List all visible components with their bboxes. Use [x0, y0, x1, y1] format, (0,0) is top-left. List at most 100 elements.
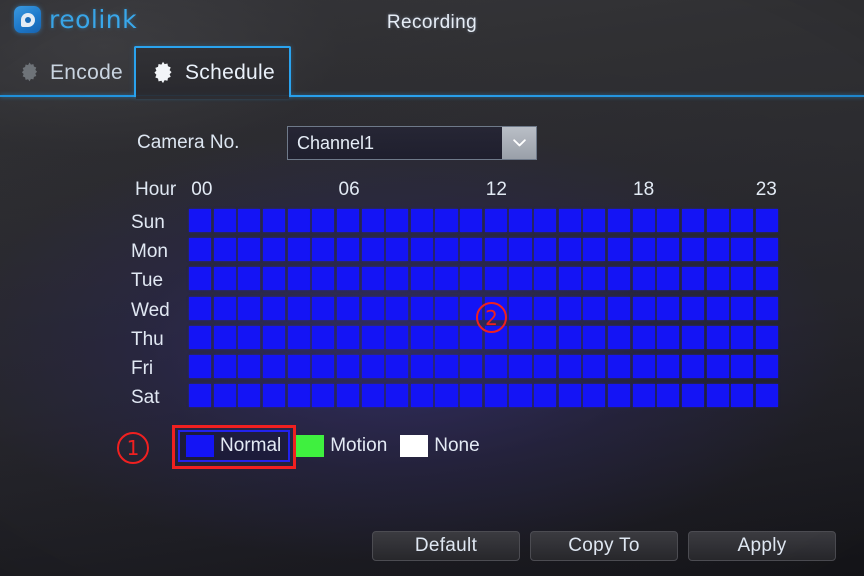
- schedule-cell-thu-13[interactable]: [509, 325, 532, 349]
- schedule-cell-wed-18[interactable]: [632, 296, 655, 320]
- schedule-cell-mon-13[interactable]: [509, 238, 532, 262]
- schedule-cell-sat-14[interactable]: [534, 384, 557, 408]
- schedule-cell-sat-3[interactable]: [262, 384, 285, 408]
- schedule-cell-fri-20[interactable]: [681, 354, 705, 378]
- schedule-cell-fri-3[interactable]: [262, 354, 285, 378]
- schedule-cell-tue-19[interactable]: [657, 267, 680, 291]
- schedule-cell-sun-3[interactable]: [262, 209, 285, 232]
- schedule-cell-tue-20[interactable]: [681, 267, 705, 291]
- schedule-cell-sun-12[interactable]: [484, 209, 507, 232]
- schedule-cell-mon-5[interactable]: [312, 238, 335, 262]
- schedule-cell-mon-11[interactable]: [460, 238, 483, 262]
- schedule-cell-mon-18[interactable]: [632, 238, 655, 262]
- schedule-cell-tue-14[interactable]: [534, 267, 557, 291]
- schedule-cell-mon-12[interactable]: [484, 238, 507, 262]
- schedule-cell-mon-23[interactable]: [755, 238, 778, 262]
- schedule-cell-fri-22[interactable]: [731, 354, 754, 378]
- schedule-cell-mon-22[interactable]: [731, 238, 754, 262]
- schedule-cell-sun-4[interactable]: [287, 209, 310, 232]
- schedule-cell-sat-10[interactable]: [435, 384, 458, 408]
- schedule-cell-sun-16[interactable]: [583, 209, 606, 232]
- schedule-cell-sat-9[interactable]: [410, 384, 433, 408]
- schedule-cell-mon-14[interactable]: [534, 238, 557, 262]
- schedule-cell-thu-2[interactable]: [238, 325, 261, 349]
- schedule-cell-mon-0[interactable]: [189, 238, 212, 262]
- schedule-cell-thu-1[interactable]: [213, 325, 236, 349]
- schedule-cell-sun-21[interactable]: [706, 209, 729, 232]
- schedule-cell-sat-0[interactable]: [189, 384, 212, 408]
- schedule-cell-wed-1[interactable]: [213, 296, 236, 320]
- schedule-cell-fri-2[interactable]: [238, 354, 261, 378]
- schedule-cell-fri-13[interactable]: [509, 354, 532, 378]
- schedule-cell-wed-9[interactable]: [410, 296, 433, 320]
- schedule-cell-sun-14[interactable]: [534, 209, 557, 232]
- schedule-cell-mon-2[interactable]: [238, 238, 261, 262]
- schedule-cell-mon-21[interactable]: [706, 238, 729, 262]
- chevron-down-icon[interactable]: [502, 127, 536, 159]
- tab-schedule[interactable]: Schedule: [134, 46, 291, 99]
- schedule-cell-wed-15[interactable]: [558, 296, 581, 320]
- schedule-cell-sat-21[interactable]: [706, 384, 729, 408]
- schedule-cell-thu-14[interactable]: [534, 325, 557, 349]
- schedule-cell-fri-4[interactable]: [287, 354, 310, 378]
- schedule-cell-mon-20[interactable]: [681, 238, 705, 262]
- copy-to-button[interactable]: Copy To: [530, 531, 678, 561]
- schedule-cell-sat-22[interactable]: [731, 384, 754, 408]
- default-button[interactable]: Default: [372, 531, 520, 561]
- schedule-cell-wed-22[interactable]: [731, 296, 754, 320]
- schedule-cell-sun-7[interactable]: [361, 209, 384, 232]
- schedule-cell-sun-11[interactable]: [460, 209, 483, 232]
- schedule-cell-tue-9[interactable]: [410, 267, 433, 291]
- schedule-cell-sat-19[interactable]: [657, 384, 680, 408]
- schedule-cell-fri-16[interactable]: [583, 354, 606, 378]
- schedule-cell-sun-9[interactable]: [410, 209, 433, 232]
- schedule-cell-sun-13[interactable]: [509, 209, 532, 232]
- schedule-cell-fri-6[interactable]: [336, 354, 359, 378]
- schedule-cell-wed-2[interactable]: [238, 296, 261, 320]
- schedule-cell-tue-4[interactable]: [287, 267, 310, 291]
- schedule-cell-sun-22[interactable]: [731, 209, 754, 232]
- schedule-cell-sun-5[interactable]: [312, 209, 335, 232]
- schedule-cell-fri-10[interactable]: [435, 354, 458, 378]
- schedule-cell-mon-3[interactable]: [262, 238, 285, 262]
- schedule-cell-sat-7[interactable]: [361, 384, 384, 408]
- schedule-cell-thu-5[interactable]: [312, 325, 335, 349]
- schedule-cell-mon-19[interactable]: [657, 238, 680, 262]
- schedule-cell-wed-7[interactable]: [361, 296, 384, 320]
- schedule-cell-wed-23[interactable]: [755, 296, 778, 320]
- schedule-cell-tue-1[interactable]: [213, 267, 236, 291]
- schedule-cell-thu-3[interactable]: [262, 325, 285, 349]
- schedule-cell-sat-13[interactable]: [509, 384, 532, 408]
- schedule-cell-wed-16[interactable]: [583, 296, 606, 320]
- schedule-cell-fri-14[interactable]: [534, 354, 557, 378]
- schedule-cell-wed-0[interactable]: [189, 296, 212, 320]
- schedule-cell-fri-21[interactable]: [706, 354, 729, 378]
- schedule-cell-sat-8[interactable]: [386, 384, 409, 408]
- schedule-cell-tue-18[interactable]: [632, 267, 655, 291]
- schedule-cell-wed-21[interactable]: [706, 296, 729, 320]
- legend-item-motion[interactable]: Motion: [290, 430, 394, 462]
- schedule-cell-sun-17[interactable]: [608, 209, 631, 232]
- legend-item-none[interactable]: None: [394, 430, 486, 462]
- schedule-cell-mon-6[interactable]: [336, 238, 359, 262]
- schedule-cell-mon-10[interactable]: [435, 238, 458, 262]
- schedule-cell-mon-4[interactable]: [287, 238, 310, 262]
- schedule-cell-wed-20[interactable]: [681, 296, 705, 320]
- schedule-cell-mon-17[interactable]: [608, 238, 631, 262]
- schedule-cell-fri-7[interactable]: [361, 354, 384, 378]
- schedule-cell-sat-20[interactable]: [681, 384, 705, 408]
- schedule-cell-sun-0[interactable]: [189, 209, 212, 232]
- schedule-cell-fri-5[interactable]: [312, 354, 335, 378]
- schedule-cell-thu-23[interactable]: [755, 325, 778, 349]
- schedule-cell-fri-0[interactable]: [189, 354, 212, 378]
- schedule-cell-tue-23[interactable]: [755, 267, 778, 291]
- schedule-cell-thu-7[interactable]: [361, 325, 384, 349]
- schedule-cell-tue-7[interactable]: [361, 267, 384, 291]
- schedule-cell-tue-2[interactable]: [238, 267, 261, 291]
- schedule-cell-thu-15[interactable]: [558, 325, 581, 349]
- schedule-cell-sat-6[interactable]: [336, 384, 359, 408]
- schedule-cell-tue-22[interactable]: [731, 267, 754, 291]
- schedule-cell-sun-18[interactable]: [632, 209, 655, 232]
- schedule-cell-sun-8[interactable]: [386, 209, 409, 232]
- schedule-cell-wed-3[interactable]: [262, 296, 285, 320]
